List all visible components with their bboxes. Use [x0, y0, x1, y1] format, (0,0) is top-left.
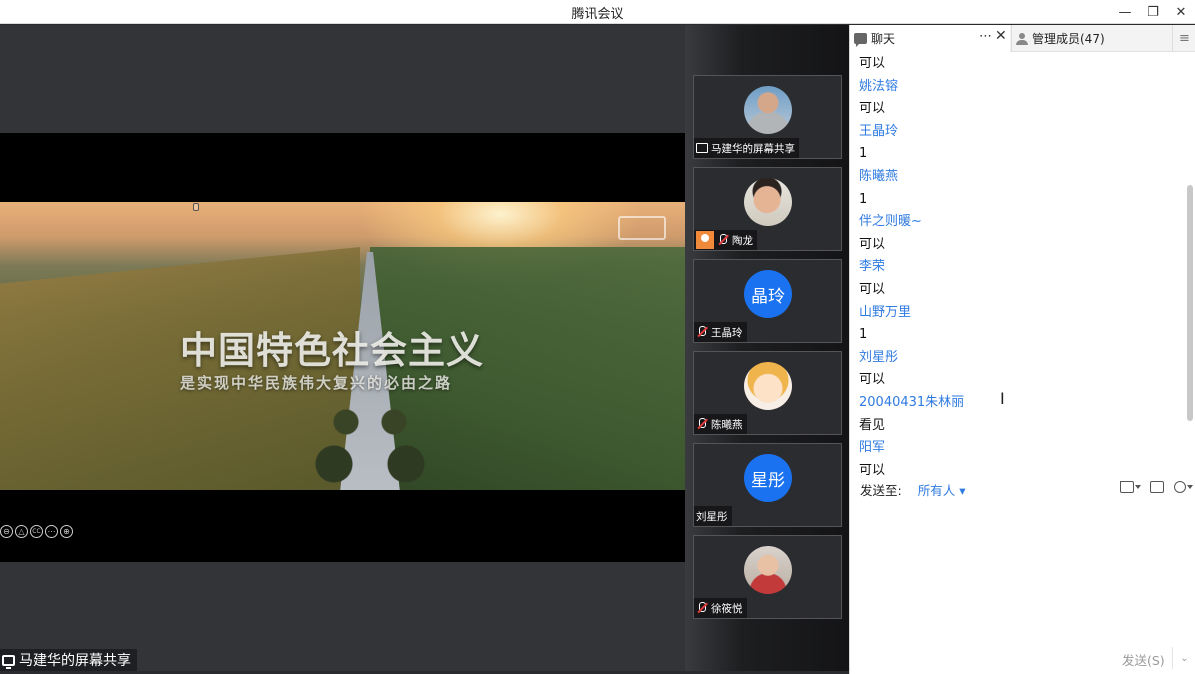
warning-icon[interactable]: △ — [15, 525, 28, 538]
chat-sender-name: 李荣 — [859, 259, 886, 275]
chat-message-text: 可以 — [859, 236, 886, 252]
avatar — [744, 362, 792, 410]
person-icon — [1016, 32, 1028, 45]
screen-share-icon — [696, 143, 708, 153]
avatar: 星彤 — [744, 454, 792, 502]
participant-tile[interactable]: 徐筱悦 — [693, 535, 842, 619]
avatar: 晶玲 — [744, 270, 792, 318]
screenshot-icon[interactable] — [1150, 481, 1164, 493]
participant-tile[interactable]: 陶龙 — [693, 167, 842, 251]
participant-label: 马建华的屏幕共享 — [694, 138, 799, 158]
participant-name: 陈曦燕 — [711, 418, 743, 431]
participant-name: 刘星彤 — [696, 510, 728, 523]
chat-sender-name: 刘星彤 — [859, 349, 899, 365]
close-button[interactable]: ✕ — [1166, 0, 1195, 24]
restore-button[interactable]: ❐ — [1138, 0, 1168, 24]
shared-screen: 中国特色社会主义 是实现中华民族伟大复兴的必由之路 ⊖ △ CC ⋯ ⊕ 马建华… — [0, 25, 685, 671]
screen-share-icon — [2, 654, 15, 669]
more-icon[interactable]: ⋯ — [45, 525, 58, 538]
chat-message-text: 可以 — [859, 282, 886, 297]
video-subtitle: 是实现中华民族伟大复兴的必由之路 — [180, 374, 453, 392]
captions-icon[interactable]: CC — [30, 525, 43, 538]
chat-message-text: 可以 — [859, 56, 886, 71]
chat-input[interactable] — [850, 501, 1195, 641]
presenter-label-text: 马建华的屏幕共享 — [19, 653, 131, 669]
chat-message-text: 可以 — [859, 372, 886, 388]
chat-message-text: 可以 — [859, 101, 886, 117]
mouse-cursor-icon — [193, 203, 199, 211]
video-title: 中国特色社会主义 — [180, 329, 484, 372]
chat-sender-name: 山野万里 — [859, 304, 912, 320]
participant-label: 刘星彤 — [694, 506, 732, 526]
chat-message-text: 1 — [859, 327, 868, 343]
chat-sender-name: 王晶玲 — [859, 123, 899, 139]
chat-message-text: 看见 — [859, 417, 886, 433]
participant-tile[interactable]: 陈曦燕 — [693, 351, 842, 435]
tab-chat-label: 聊天 — [871, 32, 896, 46]
more-icon[interactable]: ⋯ — [979, 29, 992, 44]
shared-video: 中国特色社会主义 是实现中华民族伟大复兴的必由之路 — [0, 202, 685, 491]
channel-logo-icon — [618, 216, 666, 240]
chat-sender-name: 20040431朱林丽 — [859, 395, 965, 410]
window-title: 腾讯会议 — [571, 7, 624, 22]
participant-label: 徐筱悦 — [694, 598, 747, 618]
close-icon[interactable]: ✕ — [995, 28, 1007, 44]
chat-messages[interactable]: 可以 姚法镕 可以 王晶玲 1 陈曦燕 1 伴之则暖~ 可以 李荣 可以 山野万里 1 刘星彤 可以 2004… — [850, 53, 1188, 475]
send-button[interactable]: 发送(S) — [1122, 650, 1165, 669]
send-to-select[interactable]: 所有人 ▾ — [918, 480, 966, 499]
chat-sender-name: 陈曦燕 — [859, 169, 899, 184]
host-icon — [696, 231, 714, 249]
participant-label: 陶龙 — [694, 230, 757, 250]
prev-icon[interactable]: ⊖ — [0, 525, 13, 538]
participant-name: 马建华的屏幕共享 — [711, 142, 795, 155]
avatar — [744, 178, 792, 226]
mic-muted-icon — [696, 602, 708, 614]
text-cursor-icon: I — [1000, 389, 1005, 408]
menu-icon[interactable]: ≡ — [1172, 25, 1195, 52]
participant-label: 王晶玲 — [694, 322, 747, 342]
tab-members[interactable]: 管理成员(47) — [1011, 25, 1171, 52]
participant-name: 徐筱悦 — [711, 602, 743, 615]
participant-name: 王晶玲 — [711, 326, 743, 339]
user-icon[interactable] — [1174, 481, 1193, 493]
participant-label: 陈曦燕 — [694, 414, 747, 434]
participant-tile[interactable]: 晶玲 王晶玲 — [693, 259, 842, 343]
participant-tile[interactable]: 星彤 刘星彤 — [693, 443, 842, 527]
avatar — [744, 86, 792, 134]
mic-muted-icon — [717, 234, 729, 246]
chat-sender-name: 姚法镕 — [859, 78, 899, 94]
letterbox-bottom — [0, 490, 685, 562]
send-to-label: 发送至: — [860, 482, 902, 498]
chat-icon — [854, 33, 867, 47]
mic-muted-icon — [696, 326, 708, 338]
mic-muted-icon — [696, 418, 708, 430]
title-bar: 腾讯会议 — ❐ ✕ — [0, 0, 1195, 24]
file-icon[interactable] — [1120, 481, 1141, 493]
participant-list: 马建华的屏幕共享 陶龙 晶玲 王晶玲 陈曦燕 星彤 刘星彤 徐筱悦 — [685, 25, 849, 671]
chat-message-text: 1 — [859, 191, 868, 207]
minimize-button[interactable]: — — [1110, 0, 1140, 24]
participant-tile[interactable]: 马建华的屏幕共享 — [693, 75, 842, 159]
send-options-caret-icon[interactable]: ⌄ — [1172, 647, 1195, 669]
chat-tools — [1120, 481, 1193, 493]
player-controls: ⊖ △ CC ⋯ ⊕ — [0, 525, 73, 538]
chat-message-text: 可以 — [859, 462, 886, 475]
chat-scrollbar[interactable] — [1187, 185, 1193, 421]
chat-tabs: 聊天 ⋯ ✕ 管理成员(47) ≡ — [850, 25, 1195, 52]
chat-message-text: 1 — [859, 146, 868, 162]
chat-sender-name: 伴之则暖~ — [859, 214, 922, 230]
next-icon[interactable]: ⊕ — [60, 525, 73, 538]
participant-name: 陶龙 — [732, 234, 753, 247]
chat-sender-name: 阳军 — [859, 440, 886, 456]
chat-panel: 聊天 ⋯ ✕ 管理成员(47) ≡ 可以 姚法镕 可以 王晶玲 1 陈曦燕 1 伴之则暖~ 可以… — [849, 25, 1195, 674]
avatar — [744, 546, 792, 594]
tab-members-label: 管理成员(47) — [1032, 32, 1105, 46]
letterbox-top — [0, 133, 685, 203]
presenter-label: 马建华的屏幕共享 — [0, 649, 137, 671]
send-to-row: 发送至: 所有人 ▾ — [850, 477, 1195, 501]
